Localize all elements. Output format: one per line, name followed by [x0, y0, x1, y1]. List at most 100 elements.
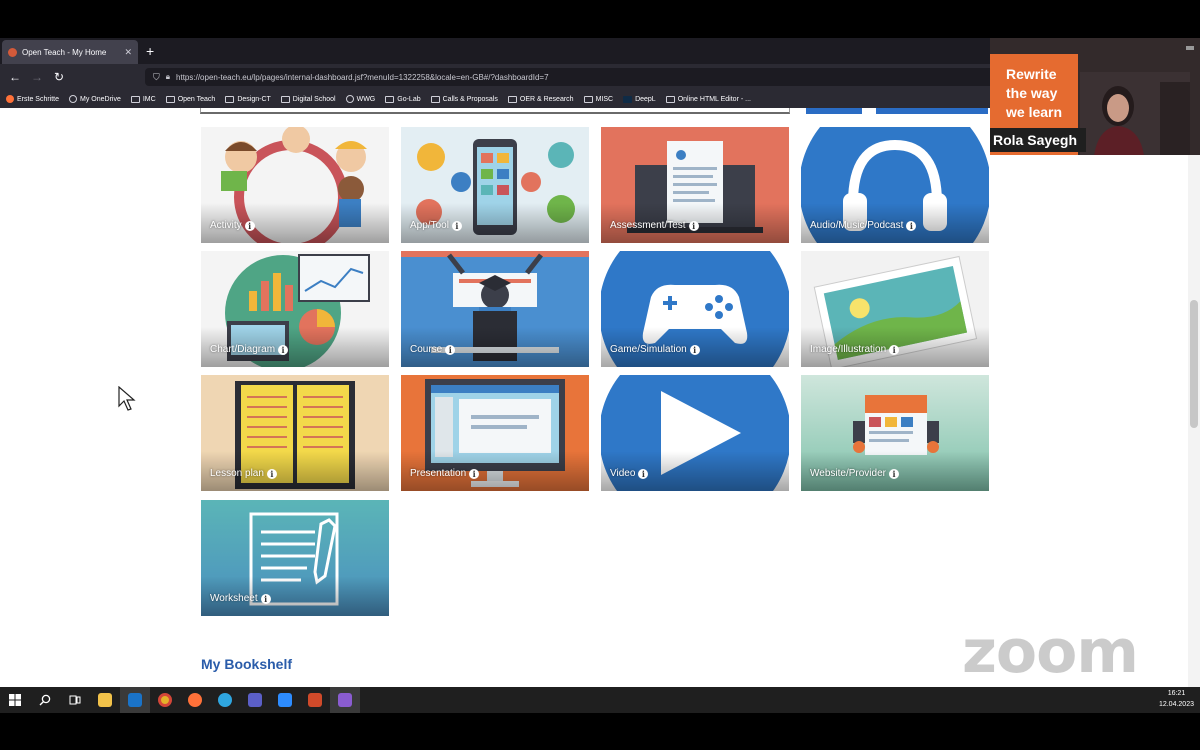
- bookmark-item[interactable]: Calls & Proposals: [430, 95, 498, 103]
- favicon-icon: [8, 47, 17, 57]
- tile-label-text: Worksheet: [210, 593, 258, 604]
- task-view-icon[interactable]: [60, 687, 90, 713]
- bookmark-label: WWG: [356, 95, 376, 103]
- tile-website-provider[interactable]: Website/Provider i: [801, 375, 989, 491]
- chrome-icon[interactable]: [150, 687, 180, 713]
- webcam-video: Rewrite the way we learn Rola Sayegh: [990, 38, 1200, 155]
- bookmark-item[interactable]: OER & Research: [507, 95, 574, 103]
- tile-label-text: App/Tool: [410, 220, 449, 231]
- bookmark-item[interactable]: Go-Lab: [385, 95, 421, 103]
- info-icon[interactable]: i: [688, 220, 699, 231]
- tile-label-text: Lesson plan: [210, 468, 264, 479]
- forward-arrow-icon[interactable]: →: [26, 70, 48, 84]
- tile-app-tool[interactable]: App/Tool i: [401, 127, 589, 243]
- reload-icon[interactable]: ↻: [48, 70, 70, 84]
- bookmark-label: IMC: [142, 95, 156, 103]
- tile-worksheet[interactable]: Worksheet i: [201, 500, 389, 616]
- scrollbar-thumb[interactable]: [1190, 300, 1198, 428]
- folder-icon: [665, 95, 675, 103]
- tile-label: Lesson plan i: [210, 468, 277, 479]
- bookmark-label: Design-CT: [237, 95, 271, 103]
- info-icon[interactable]: i: [445, 344, 456, 355]
- system-clock[interactable]: 16:21 12.04.2023: [1159, 688, 1194, 710]
- address-bar[interactable]: ⛉ 🔒︎ https://open-teach.eu/lp/pages/inte…: [145, 68, 995, 86]
- browser-tab[interactable]: Open Teach - My Home ✕: [2, 40, 138, 64]
- bookmark-item[interactable]: MISC: [583, 95, 613, 103]
- search-icon[interactable]: [30, 687, 60, 713]
- bookmark-item[interactable]: My OneDrive: [69, 95, 121, 103]
- new-tab-button[interactable]: +: [146, 42, 154, 60]
- globe-icon: [69, 95, 78, 103]
- bookmark-item[interactable]: Erste Schritte: [6, 95, 59, 103]
- section-title-my-bookshelf: My Bookshelf: [201, 656, 293, 672]
- bookmark-item[interactable]: DeepL: [623, 95, 656, 103]
- top-button-edge[interactable]: [806, 108, 862, 114]
- top-button-edge-wide[interactable]: [876, 108, 988, 114]
- app-icon[interactable]: [300, 687, 330, 713]
- outlook-icon[interactable]: [120, 687, 150, 713]
- bookmark-label: Go-Lab: [397, 95, 421, 103]
- folder-icon: [165, 95, 175, 103]
- tile-audio-music-podcast[interactable]: Audio/Music/Podcast i: [801, 127, 989, 243]
- file-explorer-icon[interactable]: [90, 687, 120, 713]
- tile-label: Chart/Diagram i: [210, 344, 289, 355]
- back-arrow-icon[interactable]: ←: [4, 70, 26, 84]
- bookmark-item[interactable]: Digital School: [280, 95, 336, 103]
- bookmark-label: Open Teach: [177, 95, 216, 103]
- info-icon[interactable]: i: [244, 220, 255, 231]
- info-icon[interactable]: i: [278, 344, 289, 355]
- lock-icon: 🔒︎: [165, 72, 171, 81]
- url-text: https://open-teach.eu/lp/pages/internal-…: [176, 72, 549, 82]
- tile-video[interactable]: Video i: [601, 375, 789, 491]
- zoom-watermark: zoom: [962, 617, 1139, 687]
- tile-label-text: Website/Provider: [810, 468, 886, 479]
- bookmark-label: Digital School: [292, 95, 336, 103]
- screen: Open Teach - My Home ✕ + ← → ↻ ⛉ 🔒︎ http…: [0, 0, 1200, 750]
- bookmark-item[interactable]: WWG: [345, 95, 376, 103]
- os-taskbar: 16:21 12.04.2023: [0, 687, 1200, 713]
- edge-icon[interactable]: [210, 687, 240, 713]
- tile-assessment-test[interactable]: Assessment/Test i: [601, 127, 789, 243]
- mouse-cursor-icon: [118, 386, 136, 411]
- zoom-app-icon[interactable]: [270, 687, 300, 713]
- windows-start-icon[interactable]: [0, 687, 30, 713]
- tile-label: App/Tool i: [410, 220, 462, 231]
- tile-course[interactable]: Course i: [401, 251, 589, 367]
- bookmark-item[interactable]: Design-CT: [225, 95, 271, 103]
- tile-activity[interactable]: Activity i: [201, 127, 389, 243]
- folder-icon: [280, 95, 290, 103]
- info-icon[interactable]: i: [689, 344, 700, 355]
- active-app-icon[interactable]: [330, 687, 360, 713]
- firefox-icon[interactable]: [180, 687, 210, 713]
- teams-icon[interactable]: [240, 687, 270, 713]
- tile-game-simulation[interactable]: Game/Simulation i: [601, 251, 789, 367]
- info-icon[interactable]: i: [906, 220, 917, 231]
- bookmark-item[interactable]: Online HTML Editor - ...: [665, 95, 751, 103]
- search-box-edge: [200, 108, 790, 114]
- tile-chart-diagram[interactable]: Chart/Diagram i: [201, 251, 389, 367]
- dashboard-page: Activity i App/Tool i Assessment/Test i Aud…: [0, 108, 1188, 687]
- tile-label: Course i: [410, 344, 456, 355]
- info-icon[interactable]: i: [638, 468, 649, 479]
- info-icon[interactable]: i: [266, 468, 277, 479]
- tile-label: Presentation i: [410, 468, 480, 479]
- tile-label: Image/Illustration i: [810, 344, 900, 355]
- info-icon[interactable]: i: [451, 220, 462, 231]
- tile-image-illustration[interactable]: Image/Illustration i: [801, 251, 989, 367]
- close-tab-icon[interactable]: ✕: [124, 47, 132, 58]
- info-icon[interactable]: i: [469, 468, 480, 479]
- tile-presentation[interactable]: Presentation i: [401, 375, 589, 491]
- info-icon[interactable]: i: [889, 344, 900, 355]
- info-icon[interactable]: i: [888, 468, 899, 479]
- tile-lesson-plan[interactable]: Lesson plan i: [201, 375, 389, 491]
- tile-label: Worksheet i: [210, 593, 271, 604]
- tile-label: Website/Provider i: [810, 468, 899, 479]
- participant-name: Rola Sayegh: [990, 128, 1086, 152]
- info-icon[interactable]: i: [260, 593, 271, 604]
- bookmark-item[interactable]: Open Teach: [165, 95, 216, 103]
- tile-label: Game/Simulation i: [610, 344, 700, 355]
- folder-icon: [225, 95, 235, 103]
- speaker-silhouette: [1080, 72, 1190, 155]
- bookmark-item[interactable]: IMC: [130, 95, 156, 103]
- bookmark-label: DeepL: [635, 95, 656, 103]
